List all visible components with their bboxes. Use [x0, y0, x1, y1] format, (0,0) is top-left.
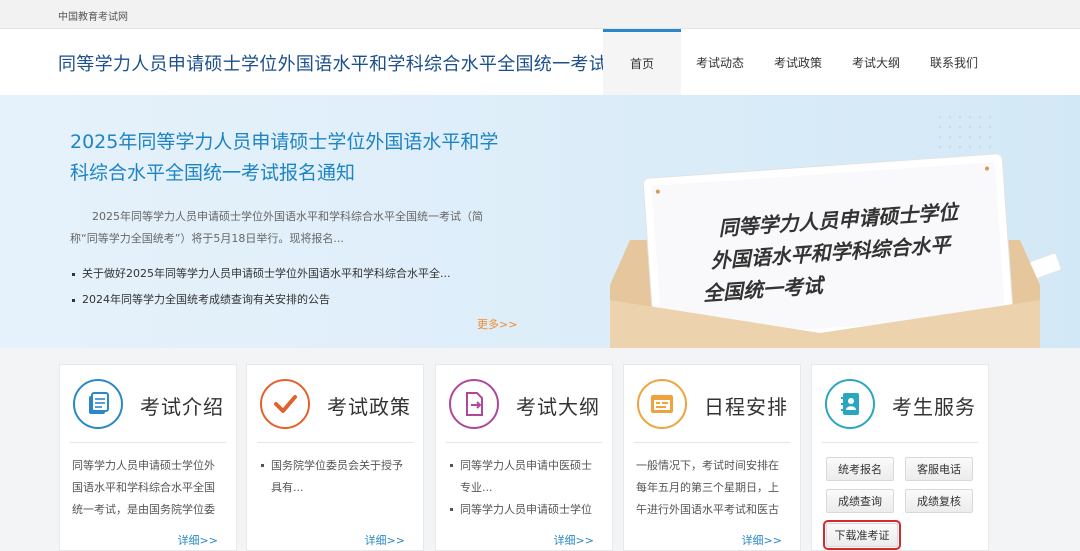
detail-link[interactable]: 详细>> — [554, 532, 594, 548]
card-list: 国务院学位委员会关于授予具有... — [247, 443, 423, 521]
banner-news-list: 关于做好2025年同等学力人员申请硕士学位外国语水平和学科综合水平全... 20… — [72, 264, 450, 316]
card-schedule: 日程安排 一般情况下，考试时间安排在每年五月的第三个星期日，上午进行外国语水平考… — [623, 364, 801, 551]
nav-exam-policy[interactable]: 考试政策 — [759, 29, 837, 95]
banner-more-link[interactable]: 更多>> — [477, 316, 517, 332]
card-title: 考试政策 — [327, 395, 411, 419]
banner-news-item[interactable]: 2024年同等学力全国统考成绩查询有关安排的公告 — [72, 290, 450, 316]
card-exam-intro: 考试介绍 同等学力人员申请硕士学位外国语水平和学科综合水平全国统一考试，是由国务… — [59, 364, 237, 551]
banner-news-item[interactable]: 关于做好2025年同等学力人员申请硕士学位外国语水平和学科综合水平全... — [72, 264, 450, 290]
card-text: 同等学力人员申请硕士学位外国语水平和学科综合水平全国统一考试，是由国务院学位委 — [72, 459, 215, 516]
card-list-item[interactable]: 同等学力人员申请中医硕士专业... — [448, 455, 600, 499]
download-admission-ticket-button[interactable]: 下载准考证 — [823, 520, 901, 550]
register-button[interactable]: 统考报名 — [826, 457, 894, 481]
file-export-icon — [449, 379, 499, 429]
detail-link[interactable]: 详细>> — [365, 532, 405, 548]
header: 同等学力人员申请硕士学位外国语水平和学科综合水平全国统一考试 首页 考试动态 考… — [0, 29, 1080, 95]
banner-illustration: 同等学力人员申请硕士学位 外国语水平和学科综合水平 全国统一考试 — [610, 115, 1062, 348]
site-title: 同等学力人员申请硕士学位外国语水平和学科综合水平全国统一考试 — [58, 54, 607, 75]
card-title: 考试大纲 — [516, 395, 600, 419]
dot-grid-decoration — [938, 115, 992, 149]
calendar-icon — [637, 379, 687, 429]
site-name-link[interactable]: 中国教育考试网 — [58, 8, 128, 23]
card-exam-policy: 考试政策 国务院学位委员会关于授予具有... 详细>> — [246, 364, 424, 551]
hero-banner: 2025年同等学力人员申请硕士学位外国语水平和学科综合水平全国统一考试报名通知 … — [0, 95, 1080, 348]
card-candidate-service: 考生服务 统考报名 客服电话 成绩查询 成绩复核 下载准考证 — [811, 364, 989, 551]
detail-link[interactable]: 详细>> — [742, 532, 782, 548]
card-exam-syllabus: 考试大纲 同等学力人员申请中医硕士专业... 同等学力人员申请硕士学位 详细>> — [435, 364, 613, 551]
score-review-button[interactable]: 成绩复核 — [905, 489, 973, 513]
detail-link[interactable]: 详细>> — [178, 532, 218, 548]
top-bar: 中国教育考试网 — [0, 0, 1080, 29]
banner-headline[interactable]: 2025年同等学力人员申请硕士学位外国语水平和学科综合水平全国统一考试报名通知 — [70, 127, 510, 189]
nav-exam-syllabus[interactable]: 考试大纲 — [837, 29, 915, 95]
card-list-item[interactable]: 同等学力人员申请硕士学位 — [448, 499, 600, 521]
card-list: 同等学力人员申请中医硕士专业... 同等学力人员申请硕士学位 — [436, 443, 612, 521]
document-icon — [73, 379, 123, 429]
card-title: 考试介绍 — [140, 395, 224, 419]
checkmark-icon — [260, 379, 310, 429]
card-text: 一般情况下，考试时间安排在每年五月的第三个星期日，上午进行外国语水平考试和医古 — [636, 459, 779, 516]
address-book-icon — [825, 379, 875, 429]
card-title: 考生服务 — [892, 395, 976, 419]
nav-exam-news[interactable]: 考试动态 — [681, 29, 759, 95]
card-title: 日程安排 — [704, 395, 788, 419]
score-query-button[interactable]: 成绩查询 — [826, 489, 894, 513]
nav-contact[interactable]: 联系我们 — [915, 29, 993, 95]
main-nav: 首页 考试动态 考试政策 考试大纲 联系我们 — [603, 29, 993, 95]
card-list-item[interactable]: 国务院学位委员会关于授予具有... — [259, 455, 411, 499]
banner-summary: 2025年同等学力人员申请硕士学位外国语水平和学科综合水平全国统一考试（简称“同… — [70, 210, 483, 245]
hotline-button[interactable]: 客服电话 — [905, 457, 973, 481]
nav-home[interactable]: 首页 — [603, 29, 681, 95]
